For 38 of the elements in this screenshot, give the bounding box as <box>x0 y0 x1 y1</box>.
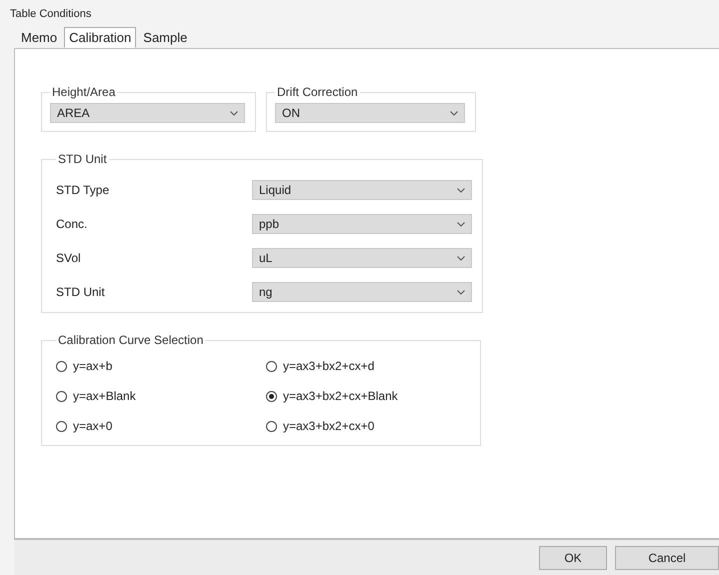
dropdown[interactable]: ppb <box>252 214 472 234</box>
group-title: STD Unit <box>57 152 108 166</box>
tab[interactable]: Sample <box>138 27 192 48</box>
caret-icon <box>457 256 465 260</box>
radio-button[interactable] <box>56 360 67 372</box>
dropdown[interactable]: ng <box>252 282 472 302</box>
caret-icon <box>230 110 238 116</box>
field-label: STD Unit <box>56 285 106 299</box>
caret-icon <box>457 290 465 294</box>
radio-button[interactable] <box>56 390 67 402</box>
radio-button[interactable] <box>266 390 277 402</box>
dropdown[interactable]: AREA <box>50 103 245 123</box>
group-title: Height/Area <box>51 85 116 99</box>
radio-label[interactable]: y=ax+0 <box>73 419 112 433</box>
field-label: STD Type <box>56 183 110 197</box>
radio-label[interactable]: y=ax3+bx2+cx+d <box>283 359 374 373</box>
cancel-button[interactable]: Cancel <box>615 546 719 570</box>
radio-button[interactable] <box>56 420 67 432</box>
radio-button[interactable] <box>266 420 277 432</box>
dropdown[interactable]: uL <box>252 248 472 268</box>
ok-button[interactable]: OK <box>539 546 607 570</box>
caret-icon <box>450 110 458 116</box>
dropdown[interactable]: Liquid <box>252 180 472 200</box>
radio-label[interactable]: y=ax+Blank <box>73 389 136 403</box>
field-label: SVol <box>56 251 82 265</box>
caret-icon <box>457 188 465 192</box>
tab[interactable]: Calibration <box>64 27 136 48</box>
radio-label[interactable]: y=ax3+bx2+cx+Blank <box>283 389 398 403</box>
window-title: Table Conditions <box>9 7 92 22</box>
caret-icon <box>457 222 465 226</box>
field-label: Conc. <box>56 217 88 231</box>
radio-label[interactable]: y=ax3+bx2+cx+0 <box>283 419 374 433</box>
dropdown[interactable]: ON <box>275 103 465 123</box>
radio-label[interactable]: y=ax+b <box>73 359 112 373</box>
group-title: Calibration Curve Selection <box>57 333 204 347</box>
group-title: Drift Correction <box>276 85 359 99</box>
tab[interactable]: Memo <box>16 27 62 48</box>
radio-button[interactable] <box>266 360 277 372</box>
